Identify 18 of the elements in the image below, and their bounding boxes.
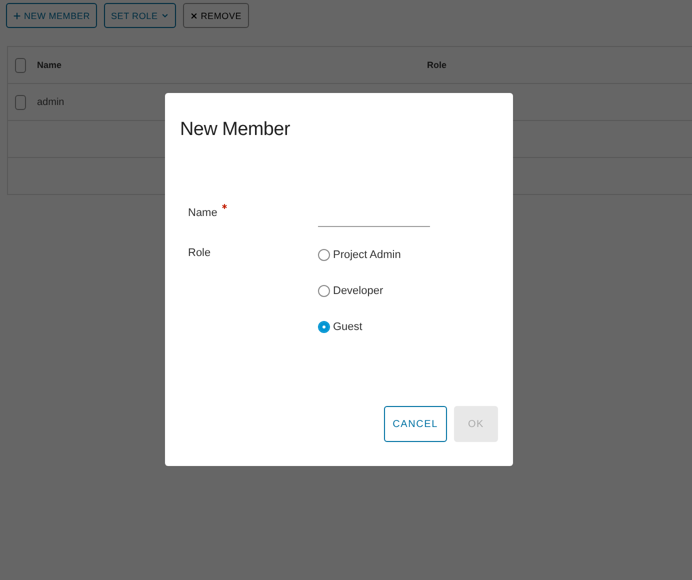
field-label: Name	[188, 207, 218, 219]
radio-label[interactable]: Developer	[333, 285, 384, 297]
plus-icon	[13, 12, 21, 20]
close-icon	[190, 12, 198, 20]
select-all-checkbox[interactable]	[15, 58, 26, 72]
dialog-title: New Member	[180, 119, 291, 141]
radio-button[interactable]	[318, 249, 330, 261]
radio-label[interactable]: Guest	[333, 321, 362, 333]
table-cell-text: admin	[37, 96, 66, 108]
row-checkbox[interactable]	[15, 94, 26, 110]
column-header: Name	[37, 60, 63, 70]
radio-label[interactable]: Project Admin	[333, 249, 401, 261]
radio-button[interactable]	[318, 321, 330, 333]
field-label: Role	[188, 247, 212, 259]
column-header: Role	[427, 60, 447, 70]
caret-icon	[160, 12, 169, 20]
dialog-button[interactable]: CANCEL	[384, 406, 447, 442]
radio-button[interactable]	[318, 285, 330, 297]
